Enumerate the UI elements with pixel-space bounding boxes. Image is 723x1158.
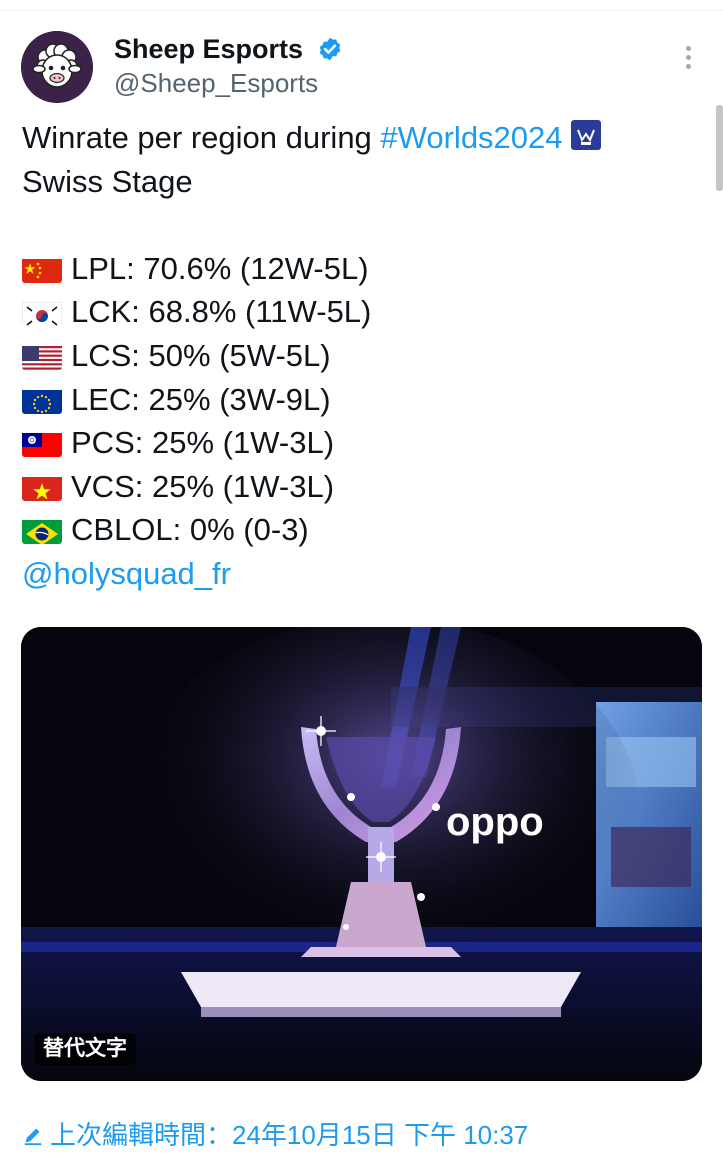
- stat-text: VCS: 25% (1W-3L): [71, 468, 335, 504]
- stat-line-lpl: LPL: 70.6% (12W-5L): [22, 247, 702, 291]
- scrollbar[interactable]: [716, 105, 723, 191]
- taiwan-flag-icon: [22, 429, 62, 458]
- stat-line-pcs: PCS: 25% (1W-3L): [22, 421, 702, 465]
- mention-link[interactable]: @holysquad_fr: [22, 552, 702, 596]
- tweet-line-2: Swiss Stage: [22, 163, 193, 199]
- stat-line-lec: LEC: 25% (3W-9L): [22, 378, 702, 422]
- hashtag-link[interactable]: #Worlds2024: [380, 120, 562, 155]
- author-handle[interactable]: @Sheep_Esports: [114, 66, 318, 100]
- stat-text: CBLOL: 0% (0-3): [71, 512, 309, 548]
- tweet-page: Sheep Esports @Sheep_Esports Winrate per…: [0, 0, 723, 1158]
- eu-flag-icon: [22, 386, 62, 414]
- stat-text: PCS: 25% (1W-3L): [71, 425, 335, 461]
- tweet-line-1: Winrate per region during #Worlds2024: [22, 116, 702, 160]
- worlds-trophy-emoji-icon: [570, 120, 601, 150]
- stat-text: LPL: 70.6% (12W-5L): [71, 250, 369, 286]
- tweet-image[interactable]: oppo: [21, 627, 702, 1081]
- stat-line-cblol: CBLOL: 0% (0-3): [22, 508, 702, 552]
- china-flag-icon: [22, 255, 62, 283]
- worlds-trophy-photo: oppo: [21, 627, 702, 1081]
- vietnam-flag-icon: [22, 473, 62, 501]
- tweet-intro-text: Winrate per region during: [22, 120, 381, 155]
- brazil-flag-icon: [22, 516, 62, 545]
- sponsor-logo-text: oppo: [446, 800, 544, 844]
- usa-flag-icon: [22, 342, 62, 370]
- stat-text: LCK: 68.8% (11W-5L): [71, 294, 372, 330]
- avatar[interactable]: [21, 31, 93, 103]
- edited-label: 上次編輯時間：24年10月15日 下午 10:37: [50, 1120, 529, 1150]
- stat-text: LCS: 50% (5W-5L): [71, 337, 331, 373]
- stat-line-lck: LCK: 68.8% (11W-5L): [22, 290, 702, 334]
- author-display-name[interactable]: Sheep Esports: [114, 32, 303, 66]
- tweet-text: Winrate per region during #Worlds2024 Sw…: [22, 116, 702, 596]
- divider: [0, 10, 723, 11]
- south-korea-flag-icon: [22, 298, 62, 327]
- stat-text: LEC: 25% (3W-9L): [71, 381, 331, 417]
- sheep-logo-icon: [21, 31, 93, 103]
- more-options-icon[interactable]: [676, 46, 700, 76]
- verified-badge-icon[interactable]: [317, 36, 343, 62]
- edited-timestamp-link[interactable]: 上次編輯時間：24年10月15日 下午 10:37: [22, 1116, 528, 1154]
- pencil-icon: [24, 1128, 42, 1146]
- stat-line-lcs: LCS: 50% (5W-5L): [22, 334, 702, 378]
- alt-text-badge[interactable]: 替代文字: [34, 1033, 136, 1065]
- stat-line-vcs: VCS: 25% (1W-3L): [22, 465, 702, 509]
